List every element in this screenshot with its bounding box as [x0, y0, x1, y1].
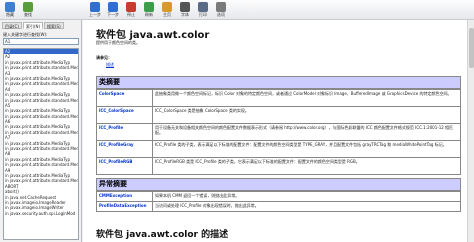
back-button[interactable]: 上一步: [86, 1, 104, 19]
locate-icon: [23, 2, 33, 12]
class-summary-table: ColorSpace 此抽象类用做一个颜色空间标记，标识 Color 对象的特定颜…: [96, 89, 461, 175]
table-row: ICC_Profile 用于设备无关和设备相关颜色空间的颜色配置文件数据表示形式（…: [96, 123, 461, 141]
stop-icon: [126, 2, 136, 12]
index-list-item[interactable]: in javax.print.attribute.standard.Med: [4, 65, 78, 70]
exception-summary-table: CMMException 如果本机 CMM 返回一个错误，则抛出此异常。 Profi…: [96, 191, 461, 212]
forward-button[interactable]: 下一步: [104, 1, 122, 19]
index-list-item[interactable]: in javax.security.auth.spi.LoginMod: [4, 211, 78, 216]
font-button[interactable]: 字体: [176, 1, 194, 19]
print-icon: [198, 2, 208, 12]
keyword-input[interactable]: A1: [3, 38, 79, 45]
table-row: ColorSpace 此抽象类用做一个颜色空间标记，标识 Color 对象的特定颜…: [96, 89, 461, 107]
index-list-item[interactable]: in javax.print.attribute.standard.Med: [4, 114, 78, 119]
type-description: ICC_ProfileRGB 类是 ICC_Profile 类的子类，它表示满足…: [152, 157, 461, 175]
package-description: 提供用于颜色空间的类。: [96, 40, 140, 45]
print-button[interactable]: 打印: [194, 1, 212, 19]
help-window: 隐藏 查找 上一步 下一步 停止 刷新 主页 字体 打印 选项 目录(C) 索引(N) 搜索(S)…: [0, 0, 474, 242]
type-description: ICC_Profile 类的子类，表示满足以下标准的配置文件：配置文件的颜色空间…: [152, 140, 461, 158]
index-list-item[interactable]: in javax.print.attribute.MediaTyp: [4, 108, 78, 113]
type-description: ICC_ColorSpace 类是抽象 ColorSpace 类的实现。: [152, 106, 461, 124]
navigation-pane: 目录(C) 索引(N) 搜索(S) 键入关键字进行查找(W): A1 A2 A2 i…: [0, 20, 82, 242]
description-link[interactable]: 描述: [106, 62, 114, 68]
type-link[interactable]: ICC_ProfileGray: [96, 140, 153, 158]
toolbar-label: 刷新: [145, 12, 153, 17]
home-icon: [162, 2, 172, 12]
see-also-label: 请参见：: [96, 55, 112, 60]
type-link[interactable]: CMMException: [96, 191, 153, 202]
toolbar-label: 停止: [127, 12, 135, 17]
refresh-icon: [144, 2, 154, 12]
locate-button[interactable]: 查找: [19, 1, 37, 19]
index-list-item[interactable]: in javax.print.attribute.standard.Med: [4, 146, 78, 151]
type-link[interactable]: ICC_ColorSpace: [96, 106, 153, 124]
index-list-item[interactable]: in javax.print.attribute.standard.Med: [4, 98, 78, 103]
toolbar-label: 打印: [199, 12, 207, 17]
scrollbar-thumb[interactable]: [469, 28, 474, 68]
type-link[interactable]: ProfileDataException: [96, 201, 153, 212]
toolbar: 隐藏 查找 上一步 下一步 停止 刷新 主页 字体 打印 选项: [0, 0, 474, 20]
toolbar-label: 主页: [163, 12, 171, 17]
toolbar-label: 隐藏: [6, 12, 14, 17]
stop-button[interactable]: 停止: [122, 1, 140, 19]
type-description: 当访问或处理 ICC_Profile 对象出现错误时，抛出此异常。: [152, 201, 461, 212]
index-list-item[interactable]: in javax.print.attribute.standard.Med: [4, 81, 78, 86]
index-list[interactable]: A2 A2 in javax.print.attribute.MediaTyp in …: [3, 48, 79, 240]
toolbar-label: 选项: [217, 12, 225, 17]
index-list-item[interactable]: in javax.print.attribute.MediaTyp: [4, 92, 78, 97]
class-summary-header: 类摘要: [96, 76, 461, 89]
forward-arrow-icon: [108, 2, 118, 12]
table-row: ICC_ColorSpace ICC_ColorSpace 类是抽象 ColorS…: [96, 106, 461, 124]
tab-contents[interactable]: 目录(C): [2, 22, 22, 29]
index-list-item[interactable]: in javax.print.attribute.standard.Med: [4, 162, 78, 167]
options-button[interactable]: 选项: [212, 1, 230, 19]
refresh-button[interactable]: 刷新: [140, 1, 158, 19]
page-title: 软件包 java.awt.color: [96, 30, 210, 41]
table-row: CMMException 如果本机 CMM 返回一个错误，则抛出此异常。: [96, 191, 461, 202]
index-list-item[interactable]: in javax.print.attribute.standard.Med: [4, 130, 78, 135]
table-row: ProfileDataException 当访问或处理 ICC_Profile 对…: [96, 201, 461, 212]
font-icon: [180, 2, 190, 12]
toolbar-label: 上一步: [89, 12, 101, 17]
vertical-scrollbar[interactable]: [467, 20, 474, 242]
type-link[interactable]: ICC_Profile: [96, 123, 153, 141]
type-link[interactable]: ColorSpace: [96, 89, 153, 107]
options-icon: [216, 2, 226, 12]
tab-index[interactable]: 索引(N): [23, 22, 44, 29]
tab-search[interactable]: 搜索(S): [44, 22, 64, 29]
hide-button[interactable]: 隐藏: [1, 1, 19, 19]
back-arrow-icon: [90, 2, 100, 12]
content-pane: 软件包 java.awt.color 提供用于颜色空间的类。 请参见： 描述 类…: [83, 20, 474, 242]
home-button[interactable]: 主页: [158, 1, 176, 19]
table-row: ICC_ProfileGray ICC_Profile 类的子类，表示满足以下标准…: [96, 140, 461, 158]
type-description: 用于设备无关和设备相关颜色空间的颜色配置文件数据表示形式（请参阅 http://…: [152, 123, 461, 141]
type-description: 如果本机 CMM 返回一个错误，则抛出此异常。: [152, 191, 461, 202]
table-row: ICC_ProfileRGB ICC_ProfileRGB 类是 ICC_Prof…: [96, 157, 461, 175]
hide-icon: [5, 2, 15, 12]
type-link[interactable]: ICC_ProfileRGB: [96, 157, 153, 175]
exception-summary-header: 异常摘要: [96, 178, 461, 191]
toolbar-label: 下一步: [107, 12, 119, 17]
toolbar-label: 字体: [181, 12, 189, 17]
index-list-item[interactable]: in javax.print.attribute.standard.Med: [4, 178, 78, 183]
toolbar-label: 查找: [24, 12, 32, 17]
type-description: 此抽象类用做一个颜色空间标记，标识 Color 对象的特定颜色空间，或者通过 C…: [152, 89, 461, 107]
package-description-heading: 软件包 java.awt.color 的描述: [96, 230, 229, 240]
